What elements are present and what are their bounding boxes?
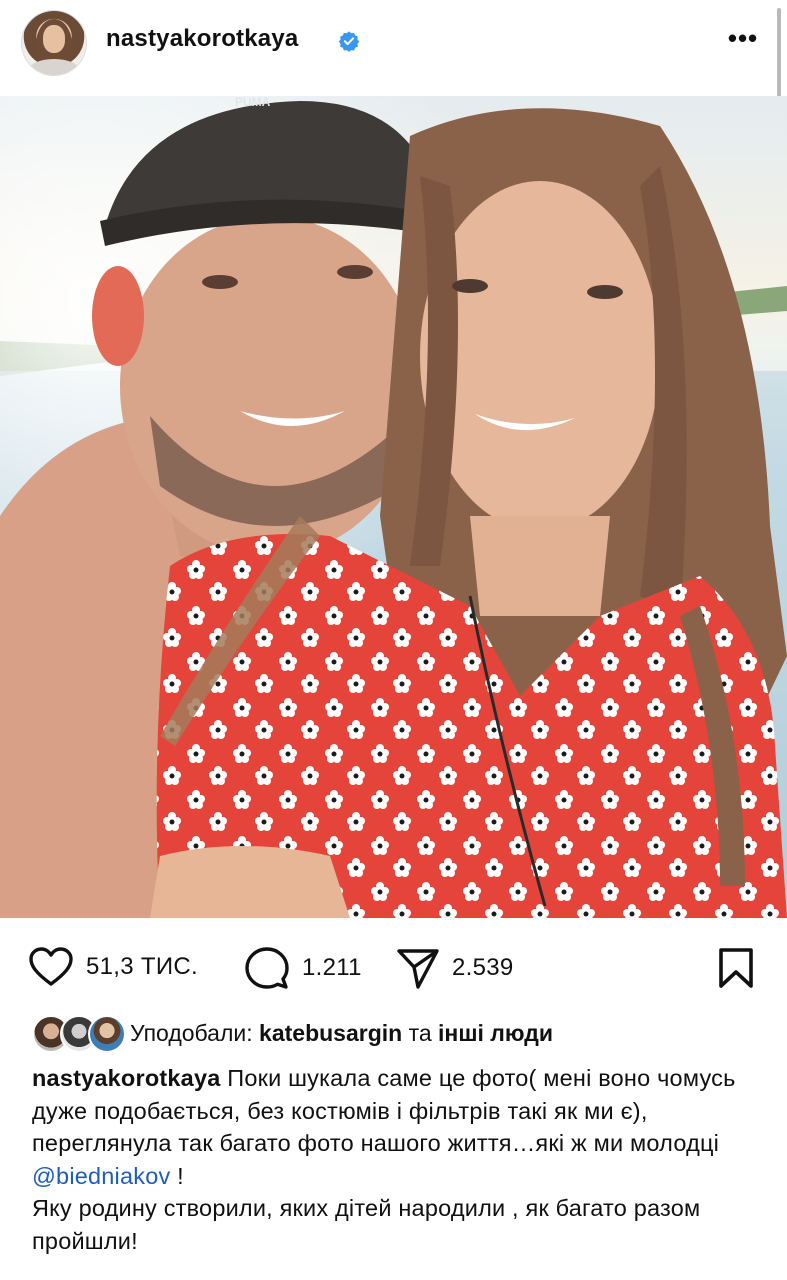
caption-text-end: ! xyxy=(170,1162,184,1189)
profile-avatar[interactable] xyxy=(22,11,86,75)
more-options-button[interactable]: ••• xyxy=(725,25,761,56)
shares-count[interactable]: 2.539 xyxy=(452,954,514,982)
verified-badge-icon xyxy=(338,31,360,52)
liked-by-prefix: Уподобали: xyxy=(130,1019,253,1046)
post-header: nastyakorotkaya ••• xyxy=(0,0,787,94)
liker-avatar[interactable] xyxy=(88,1015,126,1053)
like-button[interactable]: 51,3 ТИС. xyxy=(28,946,198,988)
liked-by-others[interactable]: інші люди xyxy=(438,1020,553,1046)
post-caption: nastyakorotkaya Поки шукала саме це фото… xyxy=(32,1062,747,1257)
liked-by-avatars[interactable] xyxy=(32,1015,126,1053)
comment-bubble-icon xyxy=(245,947,289,989)
heart-icon xyxy=(29,947,73,986)
caption-username[interactable]: nastyakorotkaya xyxy=(32,1065,221,1091)
comment-button[interactable]: 1.211 xyxy=(244,946,362,990)
comments-count[interactable]: 1.211 xyxy=(302,954,362,982)
post-photo[interactable]: PUMA xyxy=(0,96,787,918)
liked-by-user[interactable]: katebusargin xyxy=(259,1020,402,1046)
bookmark-icon xyxy=(719,948,753,988)
likes-count[interactable]: 51,3 ТИС. xyxy=(86,953,198,981)
liked-by-joiner: та xyxy=(408,1019,432,1046)
instagram-post: nastyakorotkaya ••• PUMA 51,3 ТИС. 1.211… xyxy=(0,0,787,1280)
photo-illustration: PUMA xyxy=(0,96,787,918)
save-button[interactable] xyxy=(716,946,756,995)
action-bar: 51,3 ТИС. 1.211 2.539 xyxy=(0,936,787,996)
caption-text-line2: Яку родину створили, яких дітей народили… xyxy=(32,1195,701,1254)
liked-by-text: Уподобали: katebusargin та інші люди xyxy=(130,1020,553,1047)
liked-by-row: Уподобали: katebusargin та інші люди xyxy=(32,1014,553,1053)
avatar-shoulders xyxy=(28,59,80,75)
avatar-face xyxy=(43,25,65,53)
username[interactable]: nastyakorotkaya xyxy=(106,25,298,53)
paper-plane-icon xyxy=(397,949,439,989)
share-button[interactable]: 2.539 xyxy=(396,946,514,990)
cap-logo-text: PUMA xyxy=(235,96,271,109)
caption-mention[interactable]: @biedniakov xyxy=(32,1163,170,1189)
